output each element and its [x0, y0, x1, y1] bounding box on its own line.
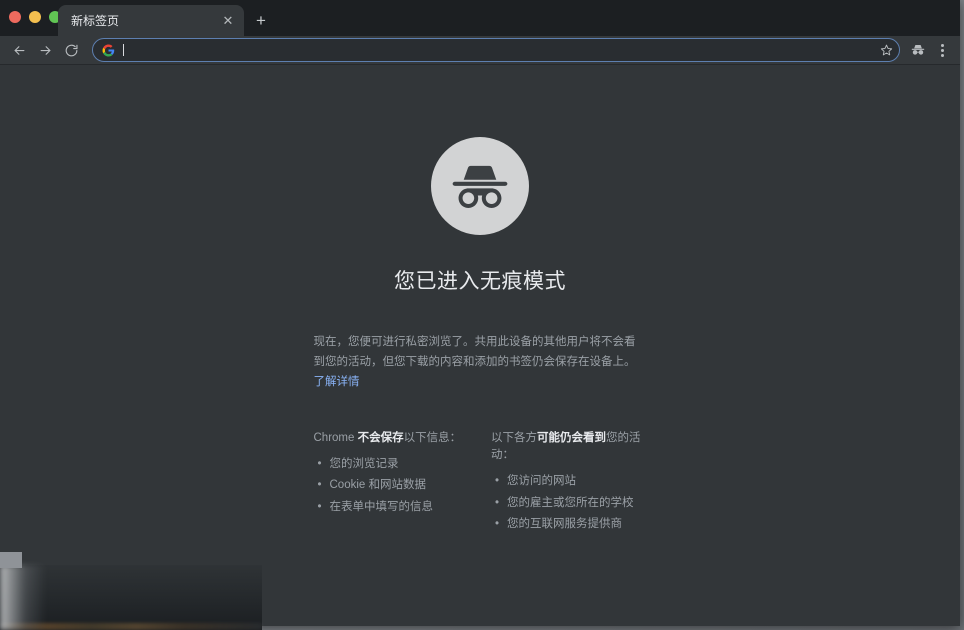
three-dot-menu-icon — [941, 44, 944, 57]
list-item: 您的互联网服务提供商 — [507, 514, 647, 535]
close-tab-icon[interactable]: ✕ — [218, 11, 238, 31]
list-item: Cookie 和网站数据 — [330, 475, 470, 496]
tab-strip: 新标签页 ✕ + — [0, 0, 960, 36]
column-not-saved: Chrome 不会保存以下信息： 您的浏览记录 Cookie 和网站数据 在表单… — [314, 430, 470, 535]
column-not-saved-heading: Chrome 不会保存以下信息： — [314, 430, 470, 447]
reload-button[interactable] — [58, 37, 84, 63]
list-item: 您的雇主或您所在的学校 — [507, 493, 647, 514]
star-icon — [880, 44, 893, 57]
list-item: 在表单中填写的信息 — [330, 497, 470, 518]
overlay-edge-glow — [0, 565, 46, 630]
column-still-visible: 以下各方可能仍会看到您的活动： 您访问的网站 您的雇主或您所在的学校 您的互联网… — [491, 430, 647, 535]
window-corner-cutout — [0, 552, 22, 568]
heading-suffix: 以下信息： — [404, 432, 462, 444]
forward-button[interactable] — [32, 37, 58, 63]
list-item: 您访问的网站 — [507, 471, 647, 492]
tab-title: 新标签页 — [71, 12, 218, 29]
new-tab-button[interactable]: + — [250, 9, 272, 31]
incognito-icon-circle — [431, 137, 529, 235]
heading-prefix: Chrome — [314, 432, 358, 444]
arrow-left-icon — [12, 43, 27, 58]
heading-prefix: 以下各方 — [491, 432, 537, 444]
minimize-window-button[interactable] — [29, 11, 41, 23]
close-window-button[interactable] — [9, 11, 21, 23]
page-description: 现在，您便可进行私密浏览了。共用此设备的其他用户将不会看到您的活动，但您下载的内… — [314, 333, 647, 392]
google-g-icon — [102, 44, 115, 57]
back-button[interactable] — [6, 37, 32, 63]
browser-tab[interactable]: 新标签页 ✕ — [58, 5, 244, 36]
window-traffic-lights — [9, 11, 61, 23]
column-still-visible-heading: 以下各方可能仍会看到您的活动： — [491, 430, 647, 465]
arrow-right-icon — [38, 43, 53, 58]
description-text: 现在，您便可进行私密浏览了。共用此设备的其他用户将不会看到您的活动，但您下载的内… — [314, 336, 636, 368]
chrome-menu-button[interactable] — [930, 38, 954, 62]
foreground-overlay-panel — [0, 565, 262, 630]
bookmark-star-button[interactable] — [880, 44, 893, 57]
incognito-avatar-icon — [910, 42, 926, 58]
not-saved-list: 您的浏览记录 Cookie 和网站数据 在表单中填写的信息 — [314, 454, 470, 518]
address-bar[interactable] — [92, 38, 900, 62]
incognito-new-tab-page: 您已进入无痕模式 现在，您便可进行私密浏览了。共用此设备的其他用户将不会看到您的… — [0, 65, 960, 626]
page-headline: 您已进入无痕模式 — [394, 265, 566, 295]
list-item: 您的浏览记录 — [330, 454, 470, 475]
heading-bold: 可能仍会看到 — [537, 432, 606, 444]
info-columns: Chrome 不会保存以下信息： 您的浏览记录 Cookie 和网站数据 在表单… — [314, 430, 647, 535]
text-cursor — [123, 44, 124, 56]
reload-icon — [64, 43, 79, 58]
incognito-hat-glasses-icon — [449, 155, 511, 217]
browser-toolbar — [0, 36, 960, 64]
still-visible-list: 您访问的网站 您的雇主或您所在的学校 您的互联网服务提供商 — [491, 471, 647, 535]
learn-more-link[interactable]: 了解详情 — [314, 376, 360, 388]
heading-bold: 不会保存 — [358, 432, 404, 444]
profile-incognito-button[interactable] — [906, 38, 930, 62]
chrome-browser-window: 新标签页 ✕ + — [0, 0, 960, 626]
